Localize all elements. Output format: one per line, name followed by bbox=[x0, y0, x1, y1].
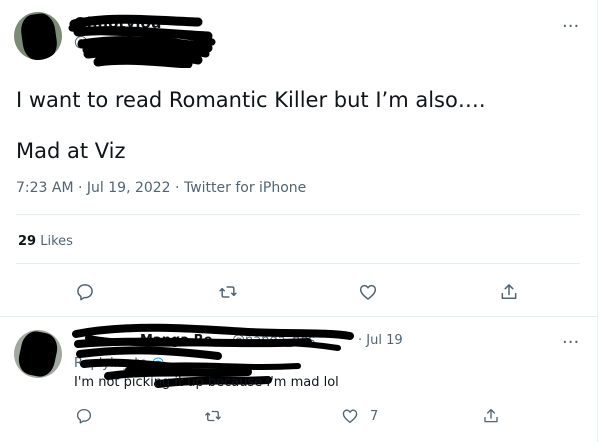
main-retweet-button[interactable] bbox=[217, 281, 239, 303]
main-author-name[interactable]: Ohhotylou bbox=[74, 14, 162, 32]
likes-label: Likes bbox=[40, 234, 73, 249]
main-share-button[interactable] bbox=[498, 281, 520, 303]
main-author-handle[interactable]: @...owho bbox=[74, 33, 139, 51]
main-tweet-text-line2: Mad at Viz bbox=[16, 139, 126, 163]
reply-date[interactable]: Jul 19 bbox=[366, 333, 402, 348]
replying-to-mention[interactable]: @... bbox=[151, 356, 176, 371]
share-icon bbox=[484, 408, 498, 423]
column-border bbox=[597, 0, 598, 442]
tweet-date[interactable]: Jul 19, 2022 bbox=[87, 180, 171, 196]
meta-separator: · bbox=[78, 180, 83, 196]
main-like-button[interactable] bbox=[357, 281, 379, 303]
likes-stat[interactable]: 29 Likes bbox=[18, 234, 73, 250]
reply-retweet-button[interactable] bbox=[202, 405, 224, 427]
reply-date-separator: · bbox=[358, 333, 363, 348]
reply-author-name[interactable]: Manga Re bbox=[140, 332, 212, 350]
replying-to-label: Replying to bbox=[74, 356, 148, 371]
reply-reply-button[interactable] bbox=[73, 405, 95, 427]
reply-timestamp[interactable]: · Jul 19 bbox=[358, 332, 403, 350]
twitter-thread-view: Ohhotylou @...owho ··· I want to read Ro… bbox=[0, 0, 608, 442]
main-author-avatar[interactable] bbox=[14, 12, 62, 60]
reply-author-handle[interactable]: @nanga_nos bbox=[232, 332, 315, 350]
comment-icon bbox=[77, 284, 93, 301]
tweet-source[interactable]: Twitter for iPhone bbox=[184, 180, 306, 196]
reply-author-avatar[interactable] bbox=[14, 330, 62, 378]
heart-icon bbox=[359, 284, 377, 300]
divider-top-stats bbox=[16, 214, 580, 215]
replying-to: Replying to @... bbox=[74, 355, 177, 373]
divider-bottom-stats bbox=[16, 263, 580, 264]
reply-more-options-icon[interactable]: ··· bbox=[562, 334, 579, 352]
tweet-meta: 7:23 AM · Jul 19, 2022 · Twitter for iPh… bbox=[16, 179, 306, 197]
reply-like-count: 7 bbox=[370, 409, 379, 424]
heart-icon bbox=[342, 409, 358, 424]
tweet-time[interactable]: 7:23 AM bbox=[16, 180, 74, 196]
retweet-icon bbox=[205, 410, 221, 422]
share-icon bbox=[501, 284, 517, 299]
main-more-options-icon[interactable]: ··· bbox=[562, 18, 579, 36]
likes-count: 29 bbox=[18, 234, 37, 249]
reply-like-button[interactable] bbox=[339, 405, 361, 427]
main-reply-button[interactable] bbox=[74, 281, 96, 303]
reply-text: I'm not picking it up because I'm mad lo… bbox=[74, 375, 339, 390]
comment-icon bbox=[76, 408, 92, 424]
retweet-icon bbox=[219, 286, 237, 298]
reply-share-button[interactable] bbox=[480, 405, 502, 427]
thread-divider bbox=[0, 316, 597, 317]
meta-separator: · bbox=[175, 180, 180, 196]
main-tweet-text-line1: I want to read Romantic Killer but I’m a… bbox=[16, 88, 486, 112]
